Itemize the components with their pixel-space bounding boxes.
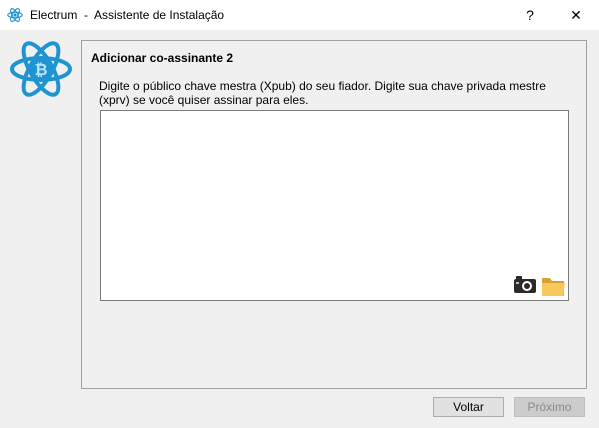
back-button[interactable]: Voltar [433,397,504,417]
window-title: Electrum - Assistente de Instalação [30,8,225,22]
title-bar: Electrum - Assistente de Instalação ? ✕ [0,0,599,30]
master-key-input[interactable] [100,110,569,301]
next-button[interactable]: Próximo [514,397,585,417]
page-title: Adicionar co-assinante 2 [91,51,234,65]
close-button[interactable]: ✕ [553,0,599,30]
electrum-app-icon [7,8,23,22]
main-panel: Adicionar co-assinante 2 Digite o públic… [81,40,587,389]
folder-icon[interactable] [541,275,566,297]
help-button[interactable]: ? [507,0,553,30]
instruction-text: Digite o público chave mestra (Xpub) do … [99,79,546,107]
electrum-logo-icon: ₿ [10,41,72,97]
camera-icon[interactable] [513,275,537,294]
svg-text:₿: ₿ [34,60,47,79]
